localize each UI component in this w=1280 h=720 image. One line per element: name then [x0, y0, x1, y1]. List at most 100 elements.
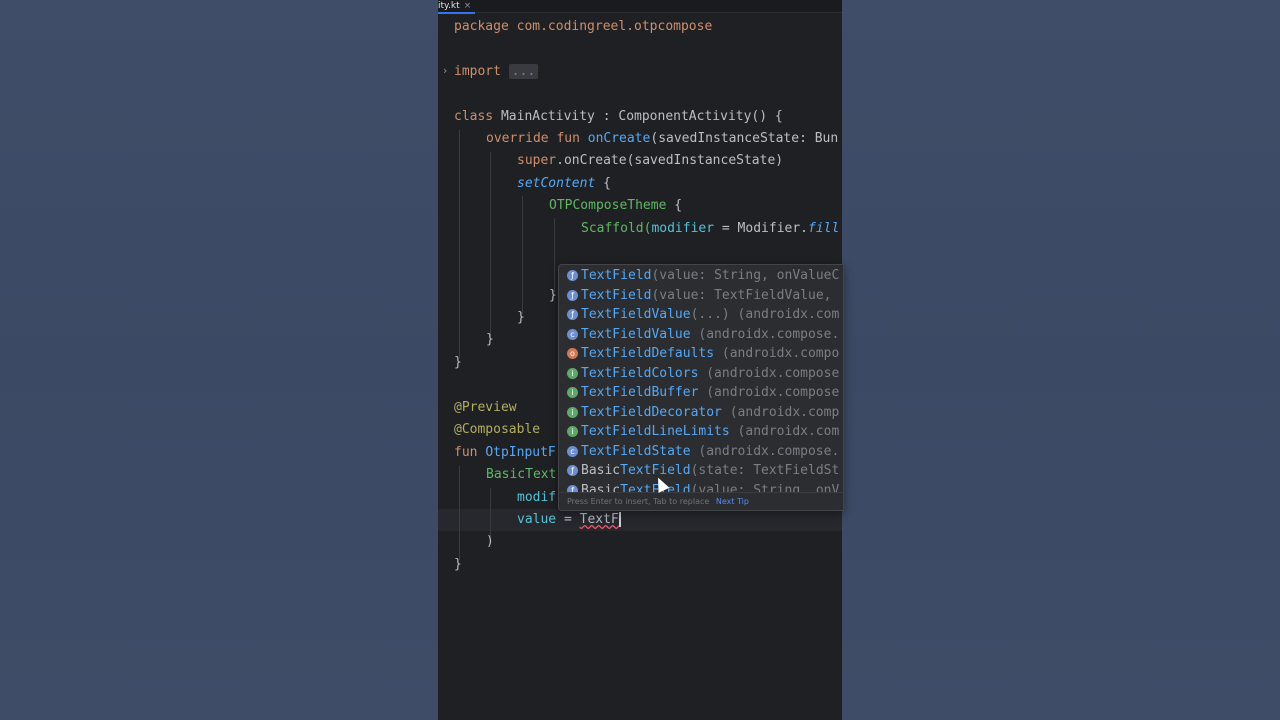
background-right: [842, 0, 1280, 720]
completion-popup[interactable]: ƒ TextField(value: String, onValueC ƒ Te…: [558, 264, 844, 511]
interface-icon: i: [567, 367, 578, 379]
brace: {: [666, 198, 683, 213]
code-line-8: Scaffold(modifier = Modifier.fill: [581, 219, 839, 239]
indent-guide: [459, 466, 460, 560]
theme-composable: OTPComposeTheme: [549, 198, 667, 213]
class-keyword: class: [454, 109, 494, 124]
basictextfield-call: BasicText: [486, 467, 557, 482]
text-caret: [618, 512, 621, 527]
modifier-expr: = Modifier.: [714, 221, 808, 236]
completion-signature: (...) (androidx.com: [690, 307, 840, 322]
function-name: OtpInputF: [485, 445, 556, 460]
completion-match: TextFieldDefaults: [581, 346, 715, 361]
completion-match: TextFieldState: [581, 443, 691, 459]
import-fold[interactable]: ...: [508, 64, 539, 79]
completion-match: TextFieldValue: [581, 326, 691, 342]
completion-match: TextFieldDecorator: [581, 404, 722, 420]
completion-item[interactable]: i TextFieldDecorator (androidx.comp: [559, 403, 843, 423]
code-line-5: super.onCreate(savedInstanceState): [517, 151, 783, 171]
completion-match: TextFieldColors: [581, 365, 699, 381]
function-icon: ƒ: [567, 465, 578, 476]
completion-signature: (value: String, onValueC: [651, 268, 840, 283]
completion-signature: (androidx.com: [729, 424, 840, 439]
indent-guide: [490, 152, 491, 336]
paren: ): [486, 534, 494, 549]
import-keyword: import: [454, 64, 501, 79]
brace: }: [517, 310, 525, 325]
completion-item[interactable]: c TextFieldValue (androidx.compose.: [559, 325, 843, 345]
close-icon[interactable]: ×: [464, 1, 472, 11]
completion-item[interactable]: c TextFieldState (androidx.compose.: [559, 442, 843, 462]
brace: }: [486, 332, 494, 347]
assign-operator: =: [556, 512, 580, 527]
completion-signature: (androidx.compo: [714, 346, 840, 361]
completion-signature: (value: TextFieldValue,: [651, 287, 832, 303]
interface-icon: i: [567, 387, 578, 398]
completion-item[interactable]: i TextFieldBuffer (androidx.compose: [559, 383, 843, 403]
background-left: [0, 0, 438, 720]
code-line-4: override fun onCreate(savedInstanceState…: [486, 129, 838, 149]
completion-match: TextFieldBuffer: [581, 385, 699, 400]
modifier-param: modif: [517, 490, 557, 505]
function-icon: ƒ: [567, 270, 578, 281]
completion-item[interactable]: ƒ TextField(value: String, onValueC: [559, 266, 843, 286]
indent-guide: [459, 130, 460, 358]
editor-tab-mainactivity[interactable]: ity.kt ×: [438, 0, 476, 14]
interface-icon: i: [567, 426, 578, 437]
code-line-20: }: [454, 555, 462, 575]
current-line-highlight: [438, 509, 842, 531]
class-icon: c: [567, 328, 578, 340]
fold-arrow-icon[interactable]: ›: [443, 64, 447, 77]
preview-annotation: @Preview: [454, 400, 517, 415]
setcontent-call: setContent: [517, 176, 596, 191]
code-line-10: }: [517, 308, 525, 328]
brace: }: [454, 557, 462, 572]
completion-signature: (state: TextFieldSt: [690, 463, 840, 478]
completion-signature: (androidx.compose: [698, 365, 840, 381]
completion-item[interactable]: i TextFieldColors (androidx.compose: [559, 364, 843, 384]
completion-signature: (androidx.compose: [698, 385, 840, 400]
code-line-15: fun OtpInputF: [454, 443, 556, 463]
completion-signature: (androidx.compose.: [690, 443, 840, 459]
code-line-12: }: [454, 353, 462, 373]
code-line-6: setContent {: [517, 174, 611, 194]
indent-guide: [490, 488, 491, 538]
completion-match: TextFieldValue: [581, 307, 691, 322]
override-keyword: override fun: [486, 131, 580, 146]
indent-guide: [554, 218, 555, 292]
completion-hint: Press Enter to insert, Tab to replace: [567, 497, 710, 506]
code-line-14: @Composable: [454, 420, 540, 440]
completion-item[interactable]: o TextFieldDefaults (androidx.compo: [559, 344, 843, 364]
interface-icon: i: [567, 406, 578, 418]
completion-item[interactable]: ƒ TextFieldValue(...) (androidx.com: [559, 305, 843, 325]
class-icon: c: [567, 445, 578, 457]
brace: }: [454, 355, 462, 370]
completion-item[interactable]: ƒ TextField(value: TextFieldValue,: [559, 286, 843, 306]
next-tip-link[interactable]: Next Tip: [716, 497, 749, 506]
completion-match: TextField: [581, 268, 652, 283]
completion-match: TextField: [620, 463, 691, 478]
brace: {: [595, 176, 611, 191]
code-line-18: value = TextF: [517, 510, 621, 530]
object-icon: o: [567, 348, 578, 359]
value-param: value: [517, 512, 557, 527]
code-line-9: }: [549, 286, 557, 306]
composable-annotation: @Composable: [454, 422, 541, 437]
function-icon: ƒ: [567, 309, 578, 320]
completion-item[interactable]: i TextFieldLineLimits (androidx.com: [559, 422, 843, 442]
fun-keyword: fun: [454, 445, 478, 460]
indent-guide: [522, 196, 523, 314]
function-icon: ƒ: [567, 289, 578, 301]
completion-signature: (androidx.comp: [721, 404, 840, 420]
code-line-19: ): [486, 532, 494, 552]
scaffold-call: Scaffold(: [581, 221, 652, 236]
typed-text[interactable]: TextF: [580, 512, 619, 527]
code-line-17: modif: [517, 488, 556, 508]
oncreate-params: (savedInstanceState: Bun: [650, 131, 839, 146]
package-statement: package com.codingreel.otpcompose: [454, 19, 713, 34]
completion-signature: (androidx.compose.: [690, 326, 840, 342]
code-line-11: }: [486, 330, 494, 350]
completion-item[interactable]: ƒ BasicTextField(state: TextFieldSt: [559, 461, 843, 481]
oncreate-function: onCreate: [587, 131, 651, 146]
tab-label: ity.kt: [438, 1, 460, 11]
